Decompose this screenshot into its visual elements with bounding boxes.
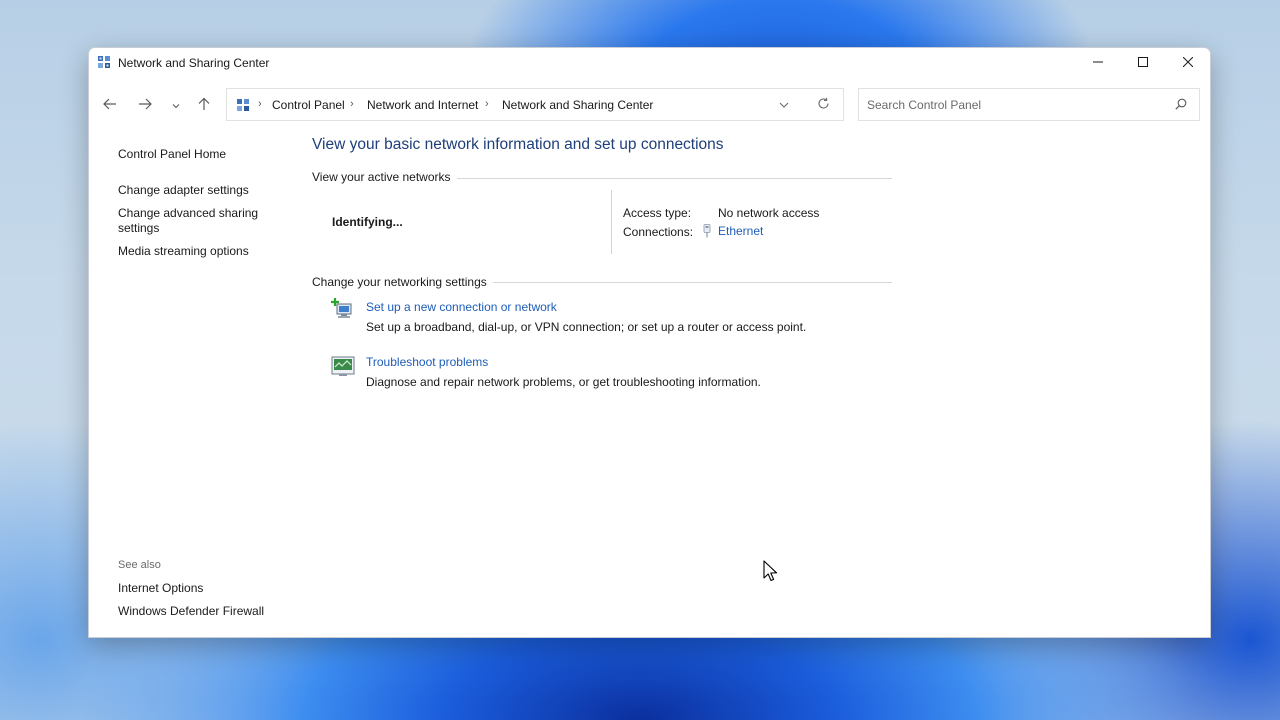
network-setup-icon [331, 298, 355, 320]
title-bar[interactable]: Network and Sharing Center [89, 48, 1210, 78]
breadcrumb-network-and-sharing-center[interactable]: Network and Sharing Center [502, 98, 653, 112]
navigation-bar: › Control Panel › Network and Internet ›… [89, 88, 1210, 122]
ethernet-connection-link[interactable]: Ethernet [718, 224, 763, 238]
access-type-label: Access type: [623, 206, 692, 220]
troubleshoot-problems-link[interactable]: Troubleshoot problems [366, 355, 488, 369]
page-title: View your basic network information and … [312, 136, 724, 153]
address-bar[interactable]: › Control Panel › Network and Internet ›… [226, 88, 844, 121]
address-dropdown-button[interactable] [779, 98, 789, 112]
control-panel-icon [236, 98, 250, 112]
recent-locations-button[interactable] [163, 88, 189, 122]
maximize-button[interactable] [1120, 48, 1166, 78]
breadcrumb-network-and-internet[interactable]: Network and Internet [367, 98, 478, 112]
search-input[interactable]: Search Control Panel [858, 88, 1200, 121]
arrow-left-icon [103, 98, 117, 113]
see-also-heading: See also [118, 559, 161, 571]
minimize-icon [1093, 56, 1103, 70]
access-type-value: No network access [718, 206, 820, 220]
sidebar-item-change-advanced-sharing-settings[interactable]: Change advanced sharing settings [118, 206, 268, 236]
ethernet-icon [702, 224, 712, 241]
breadcrumb-separator-icon[interactable]: › [485, 98, 489, 110]
search-icon[interactable] [1175, 98, 1187, 113]
breadcrumb-separator-icon[interactable]: › [258, 98, 262, 110]
breadcrumb-control-panel[interactable]: Control Panel [272, 98, 345, 112]
control-panel-window: Network and Sharing Center › Control Pan… [88, 47, 1211, 638]
mouse-cursor-icon [763, 560, 778, 585]
breadcrumb-separator-icon[interactable]: › [350, 98, 354, 110]
search-placeholder: Search Control Panel [867, 98, 982, 112]
setup-connection-link[interactable]: Set up a new connection or network [366, 300, 557, 314]
forward-button[interactable] [132, 88, 158, 122]
refresh-icon [817, 97, 830, 113]
active-networks-label: View your active networks [312, 170, 457, 184]
window-title: Network and Sharing Center [118, 56, 270, 70]
networking-settings-label: Change your networking settings [312, 275, 493, 289]
sidebar-item-control-panel-home[interactable]: Control Panel Home [118, 147, 226, 162]
troubleshoot-icon [331, 355, 355, 377]
close-button[interactable] [1165, 48, 1210, 78]
see-also-internet-options[interactable]: Internet Options [118, 581, 203, 595]
back-button[interactable] [97, 88, 123, 122]
close-icon [1182, 56, 1194, 70]
troubleshoot-problems-description: Diagnose and repair network problems, or… [366, 375, 761, 389]
see-also-windows-defender-firewall[interactable]: Windows Defender Firewall [118, 604, 264, 618]
setup-connection-description: Set up a broadband, dial-up, or VPN conn… [366, 320, 807, 334]
arrow-up-icon [198, 97, 210, 114]
chevron-down-icon [779, 98, 789, 112]
arrow-right-icon [138, 98, 152, 113]
maximize-icon [1138, 56, 1148, 70]
minimize-button[interactable] [1075, 48, 1121, 78]
refresh-button[interactable] [817, 97, 830, 113]
sidebar-item-media-streaming-options[interactable]: Media streaming options [118, 244, 249, 259]
network-divider [611, 190, 612, 254]
chevron-down-icon [172, 98, 180, 112]
sidebar-item-change-adapter-settings[interactable]: Change adapter settings [118, 183, 249, 198]
network-name: Identifying... [332, 215, 403, 229]
up-button[interactable] [191, 88, 217, 122]
control-panel-icon [97, 55, 111, 69]
connections-label: Connections: [623, 225, 694, 239]
